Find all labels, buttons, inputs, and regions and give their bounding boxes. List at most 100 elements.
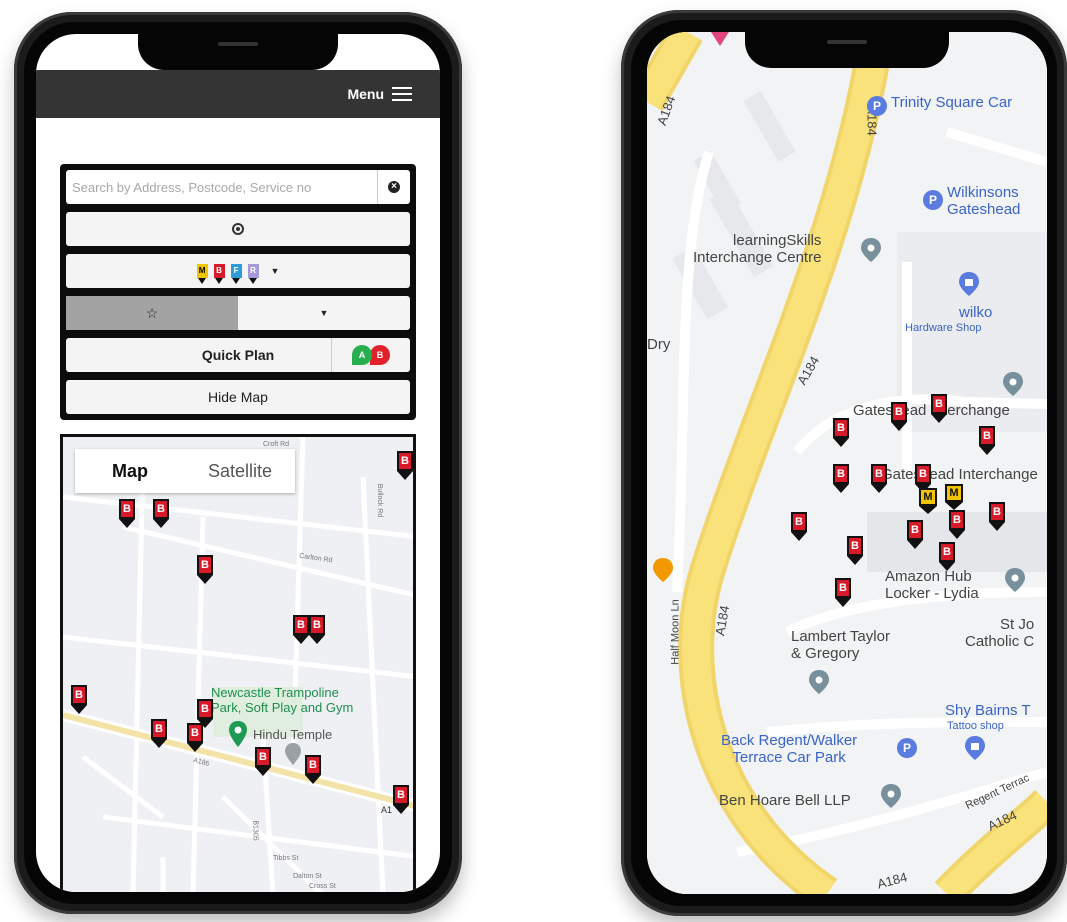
hamburger-icon <box>392 87 412 101</box>
bus-stop-marker[interactable]: B <box>309 615 325 644</box>
location-pin-icon <box>1003 372 1023 396</box>
bus-stop-marker[interactable]: B <box>915 464 931 493</box>
bus-stop-marker[interactable]: B <box>833 464 849 493</box>
phone-left: Menu Search by Address, Postcode, Servic… <box>14 12 462 914</box>
end-pin-icon: B <box>370 345 390 365</box>
satellite-tab[interactable]: Satellite <box>185 449 295 493</box>
place-label-dry: Dry <box>647 336 671 353</box>
park-pin-icon <box>229 721 247 747</box>
place-label-stjos: St Jo Catholic C <box>965 616 1035 650</box>
place-label-temple: Hindu Temple <box>253 727 333 742</box>
location-pin-icon <box>881 784 901 808</box>
place-label-lambert: Lambert Taylor & Gregory <box>791 628 890 662</box>
bus-stop-marker[interactable]: B <box>989 502 1005 531</box>
quick-plan-label: Quick Plan <box>201 347 275 363</box>
bus-stop-marker[interactable]: B <box>949 510 965 539</box>
place-label-shy-sub: Tattoo shop <box>947 720 1004 732</box>
search-field[interactable]: Search by Address, Postcode, Service no … <box>66 170 410 204</box>
bus-stop-marker[interactable]: B <box>791 512 807 541</box>
notch <box>138 34 338 70</box>
ferry-mode-icon: F <box>230 264 242 284</box>
bus-stop-marker[interactable]: B <box>305 755 321 784</box>
menu-label: Menu <box>347 86 384 102</box>
place-label-trinity: Trinity Square Car <box>891 94 1013 111</box>
mode-filter-dropdown[interactable]: M B F R ▼ <box>66 254 410 288</box>
bus-stop-marker[interactable]: B <box>847 536 863 565</box>
clear-search-button[interactable]: × <box>377 170 410 204</box>
start-pin-icon: A <box>352 345 372 365</box>
place-label-trampoline: Newcastle Trampoline Park, Soft Play and… <box>211 685 354 715</box>
bus-stop-marker[interactable]: B <box>119 499 135 528</box>
bus-stop-marker[interactable]: B <box>255 747 271 776</box>
parking-icon: P <box>867 96 887 116</box>
street-label: Tibbs St <box>273 855 299 862</box>
metro-stop-marker[interactable]: M <box>919 488 937 514</box>
quick-plan-button[interactable]: Quick Plan A B <box>66 338 410 372</box>
bus-stop-marker[interactable]: B <box>197 555 213 584</box>
journey-panel: Search by Address, Postcode, Service no … <box>60 164 416 420</box>
shopping-bag-icon <box>959 272 979 296</box>
drink-pin-icon <box>653 558 673 582</box>
menu-button[interactable]: Menu <box>347 80 412 108</box>
location-pin-icon <box>809 670 829 694</box>
map-view[interactable]: Map Satellite Croft Rd Carlton Rd Bulloc… <box>60 434 416 892</box>
locate-me-button[interactable] <box>66 212 410 246</box>
star-icon[interactable]: ☆ <box>66 296 238 330</box>
bus-stop-marker[interactable]: B <box>153 499 169 528</box>
chevron-down-icon[interactable]: ▼ <box>238 296 410 330</box>
location-pin-icon <box>861 238 881 262</box>
parking-icon: P <box>923 190 943 210</box>
street-label: Bullock Rd <box>376 483 384 518</box>
bus-stop-marker[interactable]: B <box>71 685 87 714</box>
place-label-backregent: Back Regent/Walker Terrace Car Park <box>721 732 858 766</box>
map-tab[interactable]: Map <box>75 449 185 493</box>
place-label-interchange-mid: Gateshead Interchange <box>881 466 1038 483</box>
place-label-shy: Shy Bairns T <box>945 702 1031 719</box>
place-label-benhoare: Ben Hoare Bell LLP <box>719 792 851 809</box>
phone-screen-right: A184 A184 A184 A184 A184 A184 P Trinity … <box>647 32 1047 894</box>
crosshair-icon <box>232 223 244 235</box>
bus-stop-marker[interactable]: B <box>397 451 413 480</box>
road-label: A1 <box>381 805 393 815</box>
search-placeholder: Search by Address, Postcode, Service no <box>72 179 312 195</box>
bus-mode-icon: B <box>213 264 225 284</box>
street-label: Dalton St <box>293 873 322 880</box>
notch <box>745 32 949 68</box>
bus-stop-marker[interactable]: B <box>939 542 955 571</box>
bus-stop-marker[interactable]: B <box>835 578 851 607</box>
bus-stop-marker[interactable]: B <box>931 394 947 423</box>
route-pins: A B <box>331 338 410 372</box>
location-pin-icon <box>1005 568 1025 592</box>
rail-mode-icon: R <box>247 264 259 284</box>
favourites-row[interactable]: ☆ ▼ <box>66 296 410 330</box>
bus-stop-marker[interactable]: B <box>907 520 923 549</box>
close-icon: × <box>388 181 400 193</box>
bus-stop-marker[interactable]: B <box>833 418 849 447</box>
street-label-halfmoon: Half Moon Ln <box>669 599 682 665</box>
bus-stop-marker[interactable]: B <box>197 699 213 728</box>
street-label: B1305 <box>251 820 259 841</box>
metro-stop-marker[interactable]: M <box>945 484 963 510</box>
map-roads <box>63 437 413 892</box>
place-label-wilko-sub: Hardware Shop <box>905 322 982 334</box>
street-label: Cross St <box>309 883 336 890</box>
chevron-down-icon: ▼ <box>270 266 280 276</box>
bus-stop-marker[interactable]: B <box>151 719 167 748</box>
top-nav-bar: Menu <box>36 70 440 118</box>
shopping-bag-icon <box>965 736 985 760</box>
temple-pin-icon <box>285 743 301 765</box>
bus-stop-marker[interactable]: B <box>979 426 995 455</box>
place-label-amazon: Amazon Hub Locker - Lydia <box>885 568 979 602</box>
bus-stop-marker[interactable]: B <box>293 615 309 644</box>
hide-map-button[interactable]: Hide Map <box>66 380 410 414</box>
map-type-toggle: Map Satellite <box>75 449 295 493</box>
hide-map-label: Hide Map <box>208 389 268 405</box>
bus-stop-marker[interactable]: B <box>891 402 907 431</box>
metro-mode-icon: M <box>196 264 208 284</box>
bus-stop-marker[interactable]: B <box>871 464 887 493</box>
street-label: Croft Rd <box>263 441 290 448</box>
bus-stop-marker[interactable]: B <box>187 723 203 752</box>
phone-screen-left: Menu Search by Address, Postcode, Servic… <box>36 34 440 892</box>
parking-icon: P <box>897 738 917 758</box>
bus-stop-marker[interactable]: B <box>393 785 409 814</box>
